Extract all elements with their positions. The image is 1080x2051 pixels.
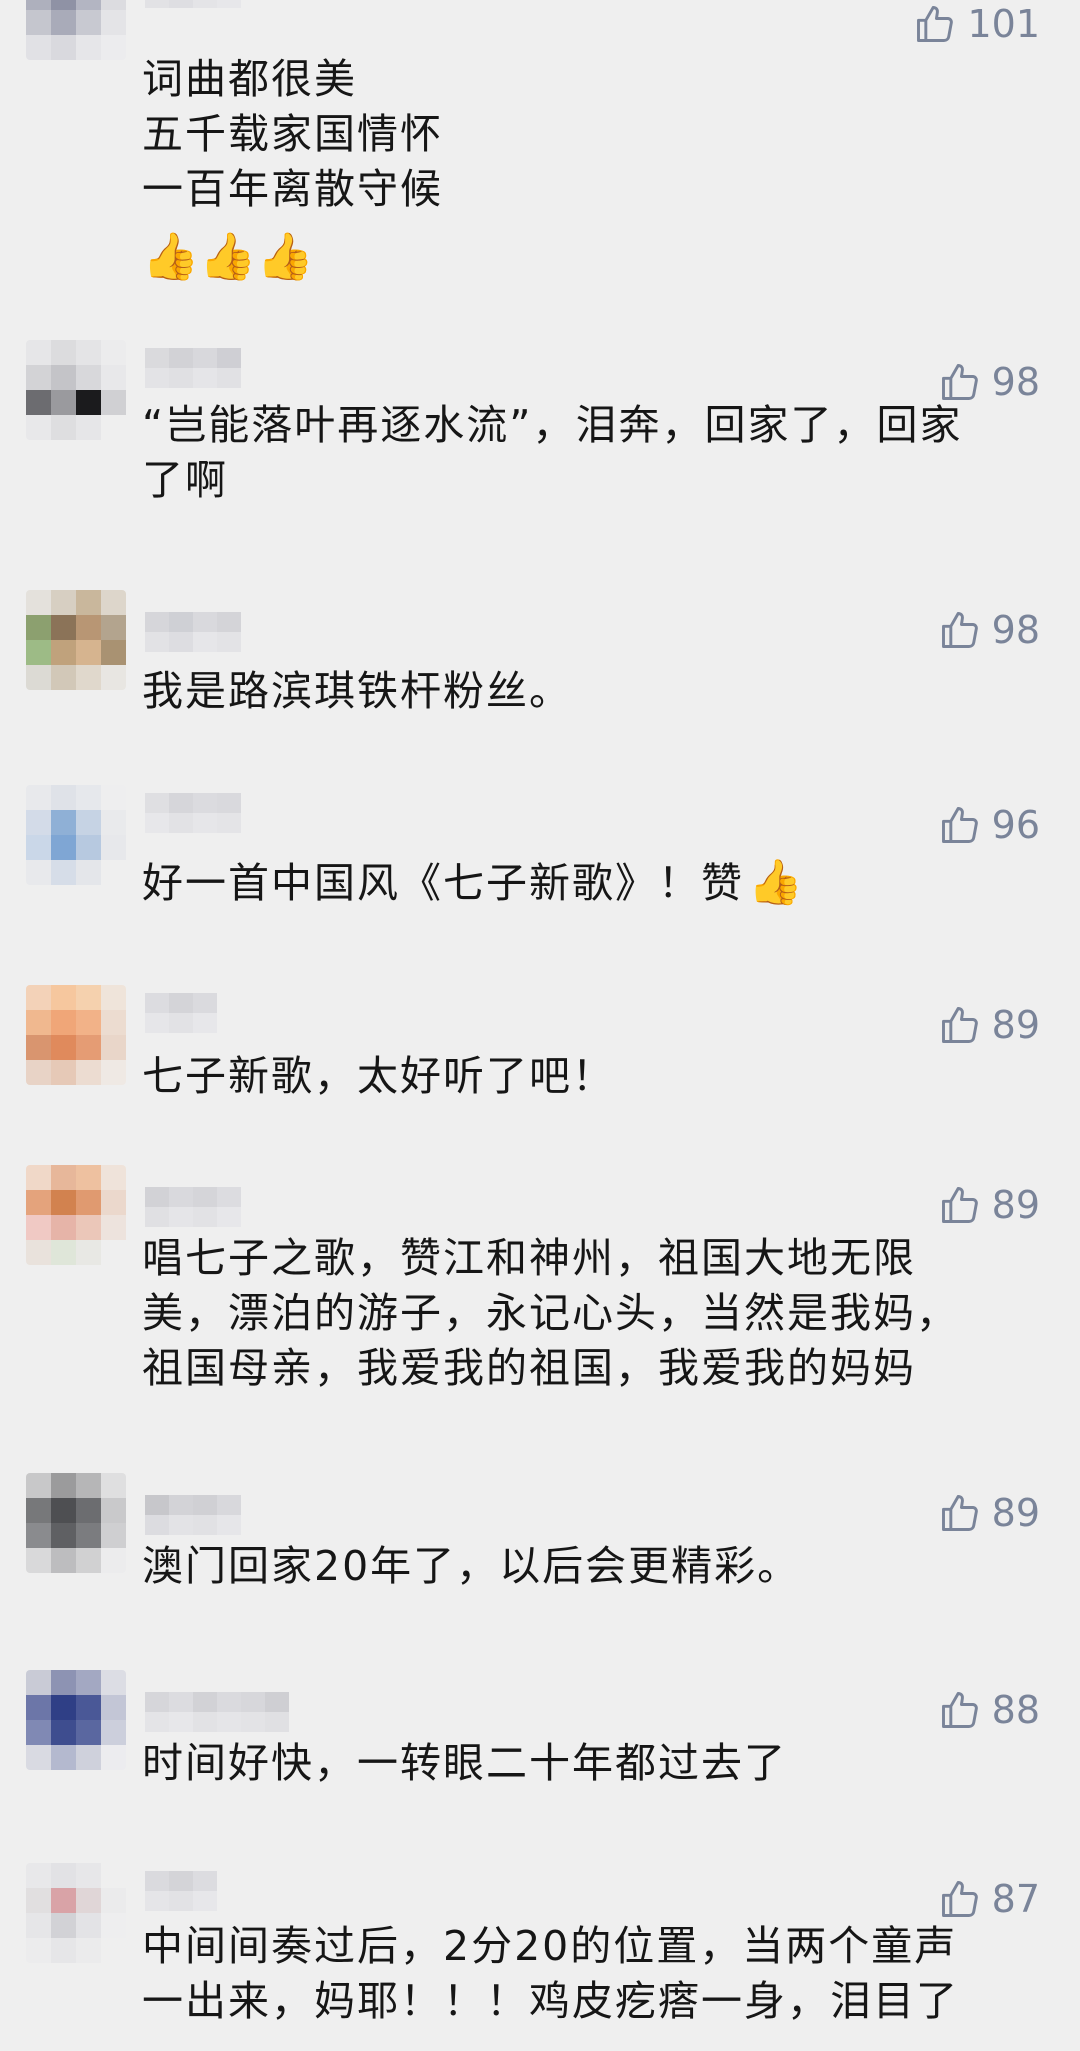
username[interactable] xyxy=(145,1495,241,1535)
like-count: 87 xyxy=(991,1877,1040,1921)
comment-text: 好一首中国风《七子新歌》！赞👍 xyxy=(142,855,1042,911)
avatar[interactable] xyxy=(26,1473,126,1573)
avatar[interactable] xyxy=(26,590,126,690)
comment-feed: 101 词曲都很美 五千载家国情怀 一百年离散守候 👍👍👍 98 “岂能落叶再逐… xyxy=(0,0,1080,2051)
username[interactable] xyxy=(145,1692,289,1732)
like-button[interactable]: 101 xyxy=(913,2,1040,46)
thumbs-up-emoji: 👍 xyxy=(748,857,805,908)
like-count: 89 xyxy=(991,1183,1040,1227)
avatar[interactable] xyxy=(26,1670,126,1770)
username[interactable] xyxy=(145,1871,217,1911)
avatar[interactable] xyxy=(26,1863,126,1963)
username[interactable] xyxy=(145,993,217,1033)
like-count: 89 xyxy=(991,1003,1040,1047)
comment-text: 唱七子之歌，赞江和神州，祖国大地无限 美，漂泊的游子，永记心头，当然是我妈， 祖… xyxy=(142,1234,959,1392)
username[interactable] xyxy=(145,1187,241,1227)
username[interactable] xyxy=(145,793,241,833)
avatar[interactable] xyxy=(26,340,126,440)
username[interactable] xyxy=(145,612,241,652)
comment-text-body: 好一首中国风《七子新歌》！赞 xyxy=(142,859,744,907)
comment-text: 时间好快，一转眼二十年都过去了 xyxy=(142,1739,787,1787)
avatar[interactable] xyxy=(26,0,126,60)
comment-text: “岂能落叶再逐水流”，泪奔，回家了，回家 了啊 xyxy=(142,401,963,504)
like-button[interactable]: 87 xyxy=(938,1877,1040,1921)
comment-text: 我是路滨琪铁杆粉丝。 xyxy=(142,667,572,715)
avatar[interactable] xyxy=(26,785,126,885)
thumbs-up-icon xyxy=(941,1692,978,1728)
like-button[interactable]: 88 xyxy=(938,1688,1040,1732)
username[interactable] xyxy=(145,348,241,388)
comment-text: 词曲都很美 五千载家国情怀 一百年离散守候 xyxy=(142,55,443,213)
comment-text: 澳门回家20年了，以后会更精彩。 xyxy=(142,1542,801,1590)
thumbs-up-icon xyxy=(917,6,954,42)
avatar[interactable] xyxy=(26,1165,126,1265)
thumbs-up-icon xyxy=(941,1495,978,1531)
thumbs-up-icon xyxy=(941,1881,978,1917)
like-button[interactable]: 89 xyxy=(938,1491,1040,1535)
emoji-row: 👍👍👍 xyxy=(142,229,314,283)
thumbs-up-icon xyxy=(941,1187,978,1223)
thumbs-up-icon xyxy=(941,807,978,843)
thumbs-up-icon xyxy=(941,1007,978,1043)
like-count: 101 xyxy=(967,2,1040,46)
avatar[interactable] xyxy=(26,985,126,1085)
like-button[interactable]: 89 xyxy=(938,1183,1040,1227)
like-button[interactable]: 89 xyxy=(938,1003,1040,1047)
like-button[interactable]: 98 xyxy=(938,608,1040,652)
like-count: 96 xyxy=(991,803,1040,847)
like-button[interactable]: 96 xyxy=(938,803,1040,847)
like-count: 88 xyxy=(991,1688,1040,1732)
thumbs-up-icon xyxy=(941,612,978,648)
comment-text: 七子新歌，太好听了吧！ xyxy=(142,1052,615,1100)
comment-text: 中间间奏过后，2分20的位置，当两个童声 一出来，妈耶！！！鸡皮疙瘩一身，泪目了 xyxy=(142,1922,959,2025)
username[interactable] xyxy=(145,0,241,8)
like-count: 98 xyxy=(991,608,1040,652)
like-count: 89 xyxy=(991,1491,1040,1535)
